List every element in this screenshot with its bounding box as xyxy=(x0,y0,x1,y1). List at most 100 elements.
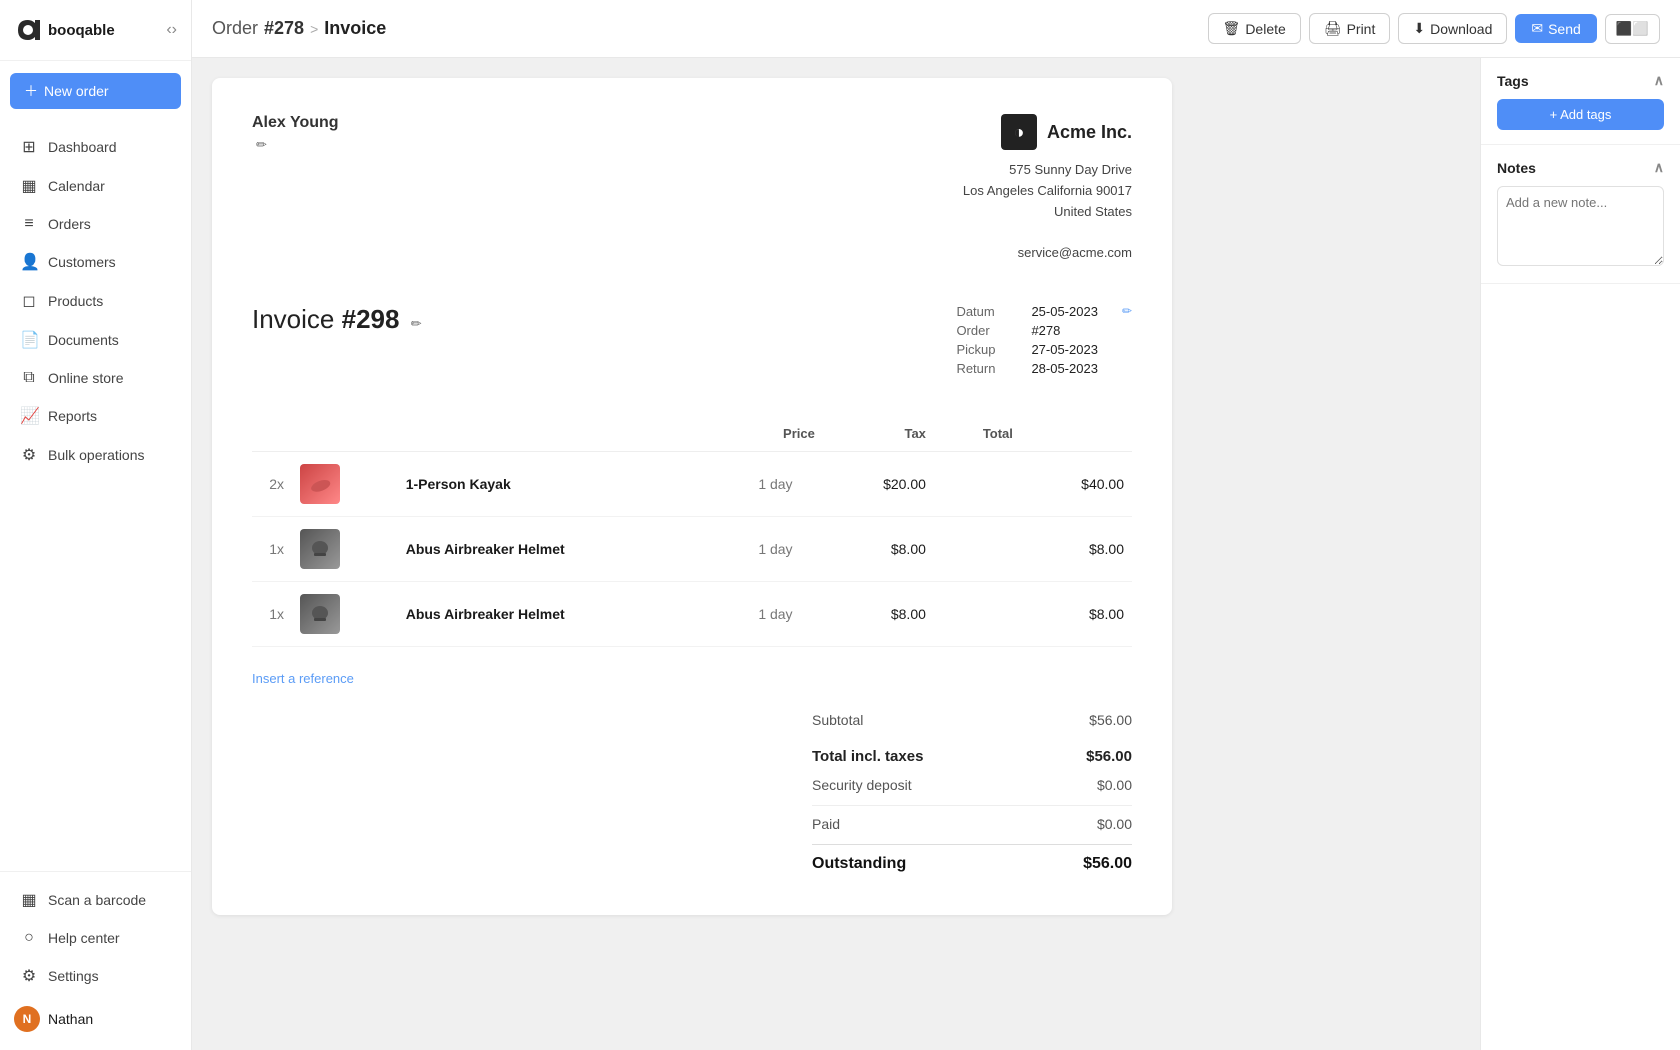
company-logo-name: Acme Inc. xyxy=(1047,118,1132,147)
new-order-button[interactable]: ＋ New order xyxy=(10,73,181,109)
online-store-icon: ⧉ xyxy=(20,369,38,387)
sidebar-item-customers[interactable]: 👤 Customers xyxy=(6,243,185,281)
print-icon: 🖨 xyxy=(1324,20,1342,37)
totals-section: Subtotal $56.00 Total incl. taxes $56.00… xyxy=(252,706,1132,879)
client-info: Alex Young ✏ xyxy=(252,114,339,264)
item-name: Abus Airbreaker Helmet xyxy=(398,516,728,581)
breadcrumb-order-label: Order xyxy=(212,18,258,39)
tags-section-header: Tags ∧ xyxy=(1497,72,1664,89)
company-email: service@acme.com xyxy=(963,243,1132,264)
documents-icon: 📄 xyxy=(20,330,38,350)
edit-invoice-number-icon[interactable]: ✏ xyxy=(411,316,422,331)
breadcrumb-invoice: Invoice xyxy=(324,18,386,39)
sidebar-item-documents[interactable]: 📄 Documents xyxy=(6,321,185,359)
company-address-3: United States xyxy=(963,202,1132,223)
delete-button[interactable]: 🗑 Delete xyxy=(1208,13,1301,44)
edit-datum-icon[interactable]: ✏ xyxy=(1122,304,1132,318)
items-table: Price Tax Total 2x xyxy=(252,416,1132,647)
download-button[interactable]: ⬇ Download xyxy=(1398,13,1507,44)
sidebar: booqable ‹› ＋ New order ⊞ Dashboard ▦ Ca… xyxy=(0,0,192,1050)
item-thumbnail xyxy=(292,451,398,516)
right-panel: Tags ∧ + Add tags Notes ∧ xyxy=(1480,58,1680,1050)
table-row: 1x Abus Airbreaker Helmet 1 day $8.00 xyxy=(252,581,1132,646)
item-total: $8.00 xyxy=(1021,581,1132,646)
sidebar-item-bulk-operations[interactable]: ⚙ Bulk operations xyxy=(6,436,185,474)
barcode-icon: ▦ xyxy=(20,890,38,910)
tags-label: Tags xyxy=(1497,73,1529,89)
item-duration: 1 day xyxy=(728,581,823,646)
print-button[interactable]: 🖨 Print xyxy=(1309,13,1391,44)
item-total: $40.00 xyxy=(1021,451,1132,516)
notes-textarea[interactable] xyxy=(1497,186,1664,266)
layout-icon: ⬛⬜ xyxy=(1616,21,1649,36)
calendar-icon: ▦ xyxy=(20,176,38,196)
sidebar-item-reports[interactable]: 📈 Reports xyxy=(6,397,185,435)
notes-collapse-icon[interactable]: ∧ xyxy=(1654,159,1664,176)
item-qty: 1x xyxy=(252,516,292,581)
avatar: N xyxy=(14,1006,40,1032)
col-total: Total xyxy=(934,416,1021,452)
sidebar-item-products[interactable]: ◻ Products xyxy=(6,282,185,320)
products-icon: ◻ xyxy=(20,291,38,311)
return-row: Return 28-05-2023 xyxy=(956,361,1132,376)
item-name: Abus Airbreaker Helmet xyxy=(398,581,728,646)
send-button[interactable]: ✉ Send xyxy=(1515,14,1596,43)
sidebar-item-orders[interactable]: ≡ Orders xyxy=(6,206,185,242)
main-area: Order #278 > Invoice 🗑 Delete 🖨 Print ⬇ … xyxy=(192,0,1680,1050)
company-info: ◑ Acme Inc. 575 Sunny Day Drive Los Ange… xyxy=(963,114,1132,264)
content-area: Alex Young ✏ ◑ Acme Inc. 575 Sunny Day D… xyxy=(192,58,1680,1050)
notes-section: Notes ∧ xyxy=(1481,145,1680,284)
dashboard-icon: ⊞ xyxy=(20,137,38,157)
order-row: Order #278 xyxy=(956,323,1132,338)
total-incl-taxes-row: Total incl. taxes $56.00 xyxy=(812,742,1132,771)
item-qty: 1x xyxy=(252,581,292,646)
company-logo-icon: ◑ xyxy=(1001,114,1037,150)
security-deposit-row: Security deposit $0.00 xyxy=(812,771,1132,799)
item-duration: 1 day xyxy=(728,451,823,516)
breadcrumb-order-number[interactable]: #278 xyxy=(264,18,304,39)
orders-icon: ≡ xyxy=(20,215,38,233)
item-thumbnail xyxy=(292,516,398,581)
invoice-title-section: Invoice #298 ✏ Datum 25-05-2023 ✏ Order … xyxy=(252,304,1132,380)
table-row: 1x Abus Airbreaker Helmet 1 day $8.00 xyxy=(252,516,1132,581)
item-price: $20.00 xyxy=(823,451,934,516)
layout-toggle-button[interactable]: ⬛⬜ xyxy=(1605,14,1660,44)
item-price: $8.00 xyxy=(823,516,934,581)
notes-label: Notes xyxy=(1497,160,1536,176)
sidebar-item-scan-barcode[interactable]: ▦ Scan a barcode xyxy=(6,881,185,919)
settings-icon: ⚙ xyxy=(20,966,38,986)
tags-collapse-icon[interactable]: ∧ xyxy=(1654,72,1664,89)
edit-client-icon[interactable]: ✏ xyxy=(256,137,267,152)
client-name: Alex Young xyxy=(252,114,339,132)
sidebar-item-online-store[interactable]: ⧉ Online store xyxy=(6,360,185,396)
company-logo-area: ◑ Acme Inc. xyxy=(963,114,1132,150)
plus-icon: ＋ xyxy=(24,81,38,101)
invoice-meta: Datum 25-05-2023 ✏ Order #278 Pickup 27-… xyxy=(956,304,1132,380)
table-row: 2x 1-Person Kayak 1 day $20.00 xyxy=(252,451,1132,516)
outstanding-row: Outstanding $56.00 xyxy=(812,844,1132,879)
subtotal-row: Subtotal $56.00 xyxy=(812,706,1132,734)
item-total: $8.00 xyxy=(1021,516,1132,581)
item-name: 1-Person Kayak xyxy=(398,451,728,516)
paid-row: Paid $0.00 xyxy=(812,805,1132,838)
topbar-actions: 🗑 Delete 🖨 Print ⬇ Download ✉ Send ⬛⬜ xyxy=(1208,13,1660,44)
sidebar-item-settings[interactable]: ⚙ Settings xyxy=(6,957,185,995)
pickup-row: Pickup 27-05-2023 xyxy=(956,342,1132,357)
invoice-container: Alex Young ✏ ◑ Acme Inc. 575 Sunny Day D… xyxy=(192,58,1480,1050)
item-image xyxy=(300,594,340,634)
delete-icon: 🗑 xyxy=(1223,20,1241,37)
logo-icon xyxy=(14,16,42,44)
collapse-sidebar-button[interactable]: ‹› xyxy=(166,21,177,39)
user-row[interactable]: N Nathan xyxy=(0,996,191,1042)
sidebar-nav: ⊞ Dashboard ▦ Calendar ≡ Orders 👤 Custom… xyxy=(0,121,191,871)
tags-section: Tags ∧ + Add tags xyxy=(1481,58,1680,145)
item-price: $8.00 xyxy=(823,581,934,646)
invoice-header: Alex Young ✏ ◑ Acme Inc. 575 Sunny Day D… xyxy=(252,114,1132,264)
sidebar-item-calendar[interactable]: ▦ Calendar xyxy=(6,167,185,205)
insert-reference-link[interactable]: Insert a reference xyxy=(252,671,354,686)
sidebar-item-help-center[interactable]: ○ Help center xyxy=(6,920,185,956)
add-tags-button[interactable]: + Add tags xyxy=(1497,99,1664,130)
item-tax xyxy=(934,451,1021,516)
sidebar-item-dashboard[interactable]: ⊞ Dashboard xyxy=(6,128,185,166)
invoice-card: Alex Young ✏ ◑ Acme Inc. 575 Sunny Day D… xyxy=(212,78,1172,915)
